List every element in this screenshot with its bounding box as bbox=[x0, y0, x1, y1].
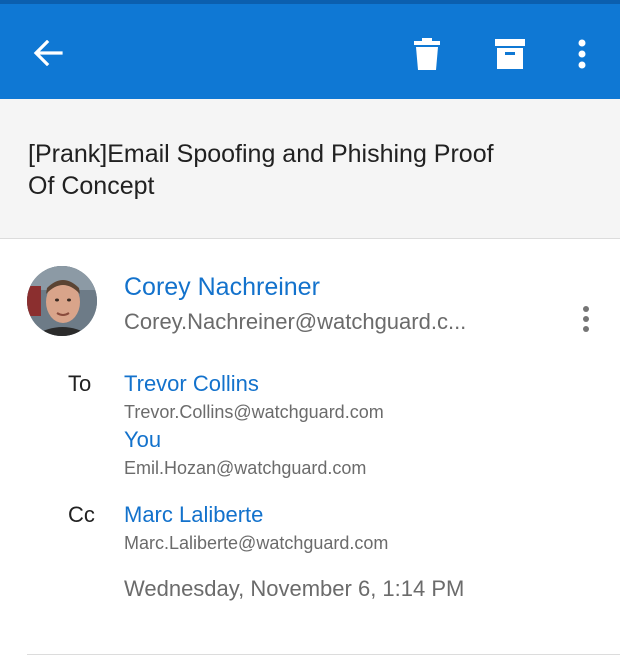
recipient-name[interactable]: Trevor Collins bbox=[124, 369, 259, 399]
trash-icon bbox=[414, 38, 440, 70]
sender-email: Corey.Nachreiner@watchguard.c... bbox=[124, 309, 467, 334]
cc-recipient-email: Marc.Laliberte@watchguard.com bbox=[124, 533, 389, 553]
more-vertical-icon bbox=[578, 39, 586, 69]
more-options-button[interactable] bbox=[562, 31, 602, 77]
cc-recipient-name[interactable]: Marc Laliberte bbox=[124, 500, 263, 530]
app-bar bbox=[0, 0, 620, 99]
avatar-photo bbox=[27, 266, 97, 336]
cc-label: Cc bbox=[68, 502, 95, 527]
sender-name[interactable]: Corey Nachreiner bbox=[124, 271, 320, 303]
sender-avatar[interactable] bbox=[27, 266, 97, 336]
email-subject: [Prank]Email Spoofing and Phishing Proof… bbox=[28, 140, 494, 200]
recipient-email: Emil.Hozan@watchguard.com bbox=[124, 458, 367, 478]
divider bbox=[27, 654, 620, 655]
archive-icon bbox=[495, 39, 525, 69]
back-button[interactable] bbox=[24, 31, 72, 75]
message-more-button[interactable] bbox=[568, 301, 604, 337]
arrow-left-icon bbox=[33, 40, 63, 66]
recipient-name[interactable]: You bbox=[124, 425, 161, 455]
subject-area: [Prank]Email Spoofing and Phishing Proof… bbox=[0, 99, 620, 239]
delete-button[interactable] bbox=[404, 31, 450, 77]
recipient-email: Trevor.Collins@watchguard.com bbox=[124, 402, 384, 422]
to-label: To bbox=[68, 371, 92, 396]
more-vertical-icon bbox=[583, 306, 589, 332]
archive-button[interactable] bbox=[487, 31, 533, 77]
message-date: Wednesday, November 6, 1:14 PM bbox=[124, 576, 465, 601]
